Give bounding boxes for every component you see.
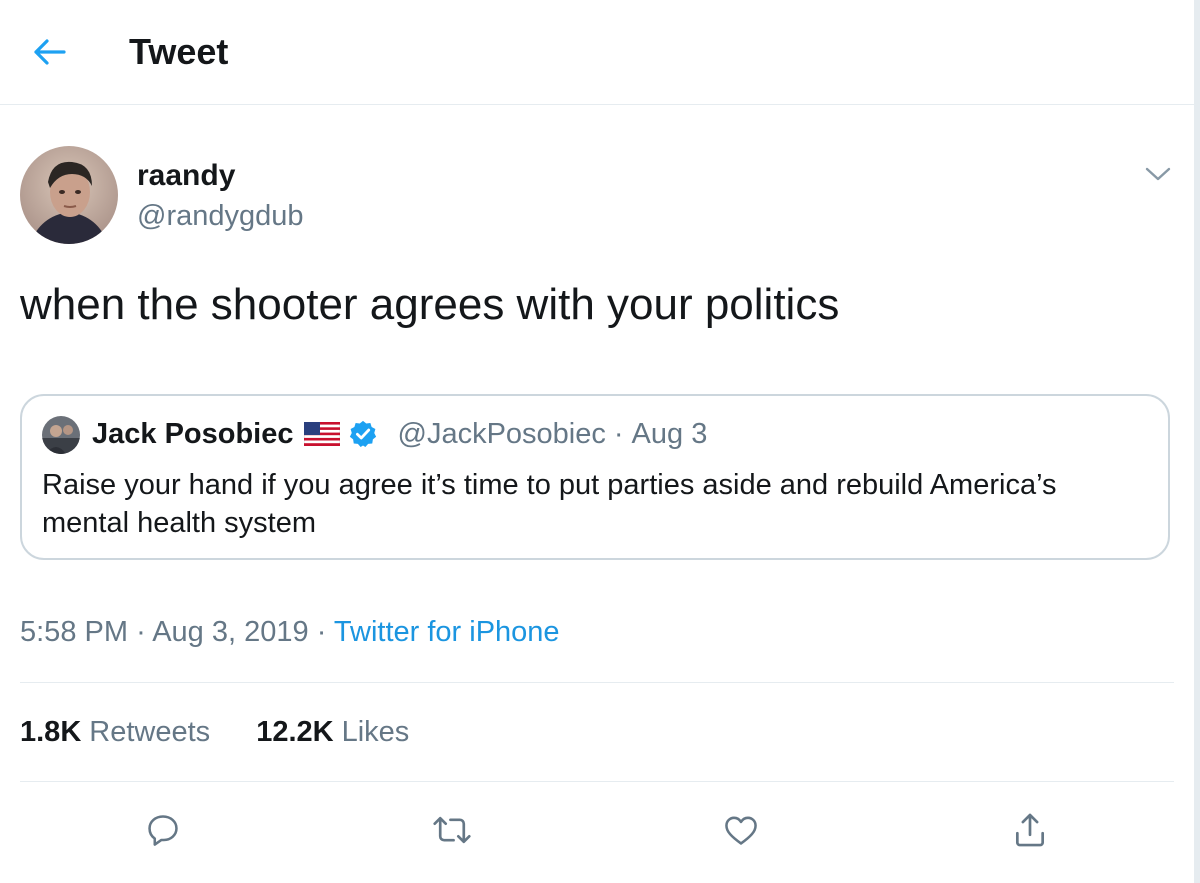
quote-author-handle: @JackPosobiec <box>397 417 606 450</box>
likes-count: 12.2K <box>256 716 334 748</box>
retweets-count: 1.8K <box>20 716 82 748</box>
quote-avatar-photo <box>42 416 80 454</box>
author-handle[interactable]: @randygdub <box>137 198 304 234</box>
tweet-source-link[interactable]: Twitter for iPhone <box>334 616 560 648</box>
tweet-stats: 1.8K Retweets 12.2K Likes <box>20 712 409 752</box>
quoted-tweet[interactable]: Jack Posobiec @JackPosobiec · Aug 3 Rais… <box>20 394 1170 560</box>
tweet-time[interactable]: 5:58 PM <box>20 616 128 648</box>
arrow-left-icon <box>34 39 66 65</box>
quote-avatar <box>42 416 80 454</box>
like-button[interactable] <box>717 806 765 854</box>
back-button[interactable] <box>24 28 76 76</box>
chevron-down-icon <box>1145 167 1171 181</box>
likes-label: Likes <box>341 716 410 748</box>
retweets-stat[interactable]: 1.8K Retweets <box>20 712 210 752</box>
quote-text: Raise your hand if you agree it’s time t… <box>42 469 1057 539</box>
share-button[interactable] <box>1006 806 1054 854</box>
meta-separator: · <box>136 616 146 648</box>
quote-header: Jack Posobiec @JackPosobiec · Aug 3 <box>92 414 707 454</box>
heart-icon <box>725 816 757 845</box>
page-title: Tweet <box>129 31 229 72</box>
top-header: Tweet <box>0 0 1194 105</box>
quote-separator: · <box>613 417 624 450</box>
quote-author-name: Jack Posobiec <box>92 417 294 450</box>
tweet-meta: 5:58 PM · Aug 3, 2019 · Twitter for iPho… <box>20 612 560 652</box>
share-icon <box>1015 813 1045 847</box>
retweet-icon <box>433 816 471 844</box>
avatar[interactable] <box>20 146 118 244</box>
page-edge <box>1194 0 1200 883</box>
likes-stat[interactable]: 12.2K Likes <box>256 712 409 752</box>
divider <box>20 682 1174 683</box>
more-options-button[interactable] <box>1140 158 1176 190</box>
retweet-button[interactable] <box>428 806 476 854</box>
retweets-label: Retweets <box>89 716 211 748</box>
reply-button[interactable] <box>139 806 187 854</box>
reply-icon <box>148 815 178 846</box>
author-name[interactable]: raandy <box>137 158 235 194</box>
verified-badge-icon <box>348 419 378 449</box>
avatar-photo <box>20 146 118 244</box>
tweet-date[interactable]: Aug 3, 2019 <box>152 616 308 648</box>
meta-separator: · <box>316 616 327 648</box>
quote-date: Aug 3 <box>631 417 708 450</box>
divider <box>20 781 1174 782</box>
us-flag-icon <box>303 421 340 447</box>
tweet-text: when the shooter agrees with your politi… <box>20 280 840 329</box>
